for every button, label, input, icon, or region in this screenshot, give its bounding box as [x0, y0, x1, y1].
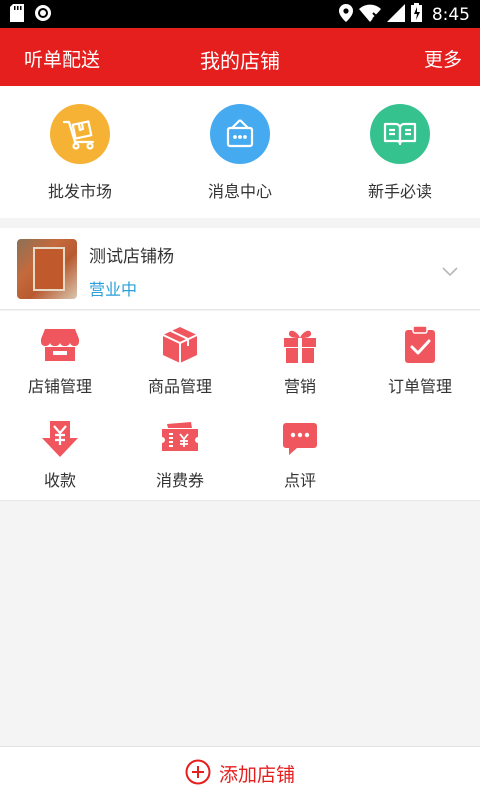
- clipboard-check-icon: [400, 325, 440, 365]
- yen-arrow-icon: [40, 419, 80, 459]
- store-icon: [40, 325, 80, 365]
- grid-label: 点评: [283, 471, 316, 490]
- record-icon: [34, 4, 52, 26]
- battery-icon: [410, 3, 422, 27]
- cart-icon: [50, 104, 110, 164]
- book-icon: [370, 104, 430, 164]
- box-icon: [160, 325, 200, 365]
- grid-item-collect-payment[interactable]: 收款: [0, 405, 120, 495]
- grid-item-coupons[interactable]: 消费券: [120, 405, 240, 495]
- function-grid: 店铺管理 商品管理 营销 订单管理 收款 消费券 点评: [0, 311, 480, 501]
- location-icon: [338, 3, 353, 27]
- grid-label: 商品管理: [147, 377, 212, 396]
- gift-icon: [280, 325, 320, 365]
- grid-label: 消费券: [155, 471, 204, 490]
- shortcut-beginner-guide[interactable]: 新手必读: [320, 86, 480, 218]
- grid-label: 店铺管理: [27, 377, 92, 396]
- shortcut-label: 新手必读: [367, 182, 432, 201]
- grid-label: 营销: [283, 377, 316, 396]
- more-button[interactable]: 更多: [424, 45, 462, 72]
- add-store-button[interactable]: 添加店铺: [0, 746, 480, 800]
- store-name: 测试店铺杨: [89, 247, 174, 267]
- listen-order-button[interactable]: 听单配送: [24, 45, 100, 72]
- shortcut-wholesale-market[interactable]: 批发市场: [0, 86, 160, 218]
- add-circle-icon: [185, 759, 211, 789]
- add-store-label: 添加店铺: [218, 764, 295, 786]
- grid-label: 订单管理: [387, 377, 452, 396]
- grid-item-marketing[interactable]: 营销: [240, 311, 360, 401]
- signal-icon: [386, 3, 405, 27]
- store-thumbnail: [17, 239, 77, 299]
- grid-item-reviews[interactable]: 点评: [240, 405, 360, 495]
- message-box-icon: [210, 104, 270, 164]
- coupon-icon: [160, 419, 200, 459]
- sd-card-icon: [10, 4, 24, 26]
- comment-icon: [280, 419, 320, 459]
- app-bar: 听单配送 我的店铺 更多: [0, 28, 480, 86]
- shortcut-row: 批发市场 消息中心 新手必读: [0, 86, 480, 218]
- grid-item-product-management[interactable]: 商品管理: [120, 311, 240, 401]
- shortcut-label: 消息中心: [207, 182, 272, 201]
- clock: 8:45: [431, 5, 470, 25]
- store-status: 营业中: [89, 280, 138, 299]
- grid-label: 收款: [43, 471, 76, 490]
- status-bar: 8:45: [0, 0, 480, 28]
- shortcut-message-center[interactable]: 消息中心: [160, 86, 320, 218]
- shortcut-label: 批发市场: [47, 182, 112, 201]
- grid-item-order-management[interactable]: 订单管理: [360, 311, 480, 401]
- grid-item-store-management[interactable]: 店铺管理: [0, 311, 120, 401]
- wifi-icon: [358, 4, 381, 27]
- store-selector[interactable]: 测试店铺杨 营业中: [0, 228, 480, 310]
- chevron-down-icon: [442, 262, 458, 281]
